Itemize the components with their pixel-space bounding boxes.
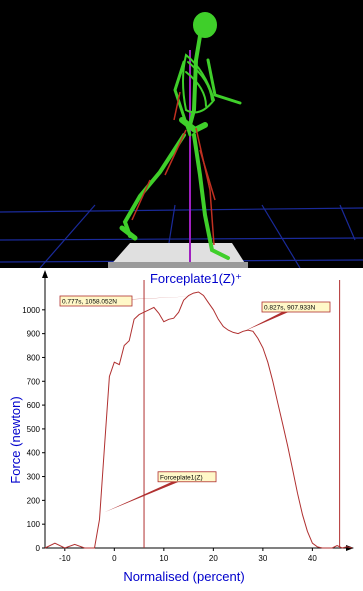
y-tick-label: 0: [36, 544, 41, 553]
y-tick-label: 800: [27, 353, 41, 362]
force-chart[interactable]: Forceplate1(Z)⁺ Force (newton) Normalise…: [0, 268, 363, 586]
y-tick-label: 300: [27, 473, 41, 482]
y-tick-label: 200: [27, 496, 41, 505]
chart-svg: Forceplate1(Z)⁺ Force (newton) Normalise…: [8, 270, 354, 584]
y-tick-label: 700: [27, 377, 41, 386]
skeleton-model: [119, 12, 242, 260]
force-series-line: [44, 291, 353, 549]
chart-ticks: 0 100 200 300 400 500 600 700 800 900 1000 -10 0 10 20…: [22, 306, 317, 563]
x-tick-label: -10: [59, 554, 71, 563]
x-tick-label: 10: [159, 554, 168, 563]
viewport-scene: [0, 12, 363, 268]
3d-viewport[interactable]: [0, 0, 363, 268]
x-tick-label: 30: [258, 554, 267, 563]
chart-series: [44, 291, 353, 549]
x-tick-label: 20: [209, 554, 218, 563]
x-tick-label: 0: [112, 554, 117, 563]
y-tick-label: 500: [27, 425, 41, 434]
annotation-label: Forceplate1(Z): [160, 474, 203, 481]
x-axis-label: Normalised (percent): [123, 569, 244, 584]
marker-lines: [143, 280, 341, 548]
chart-annotations: 0.777s, 1058.052N 0.827s, 907.933N Forcepl…: [59, 295, 331, 513]
y-axis-label: Force (newton): [8, 396, 23, 483]
chart-title: Forceplate1(Z)⁺: [150, 271, 242, 286]
annotation-label: 0.777s, 1058.052N: [62, 299, 117, 306]
y-axis-arrow: [42, 270, 48, 278]
y-tick-label: 100: [27, 520, 41, 529]
muscle-lines: [131, 91, 216, 246]
annotation-label: 0.827s, 907.933N: [264, 305, 316, 312]
y-tick-label: 900: [27, 330, 41, 339]
y-tick-label: 1000: [22, 306, 40, 315]
x-tick-label: 40: [308, 554, 317, 563]
y-tick-label: 400: [27, 449, 41, 458]
y-tick-label: 600: [27, 401, 41, 410]
